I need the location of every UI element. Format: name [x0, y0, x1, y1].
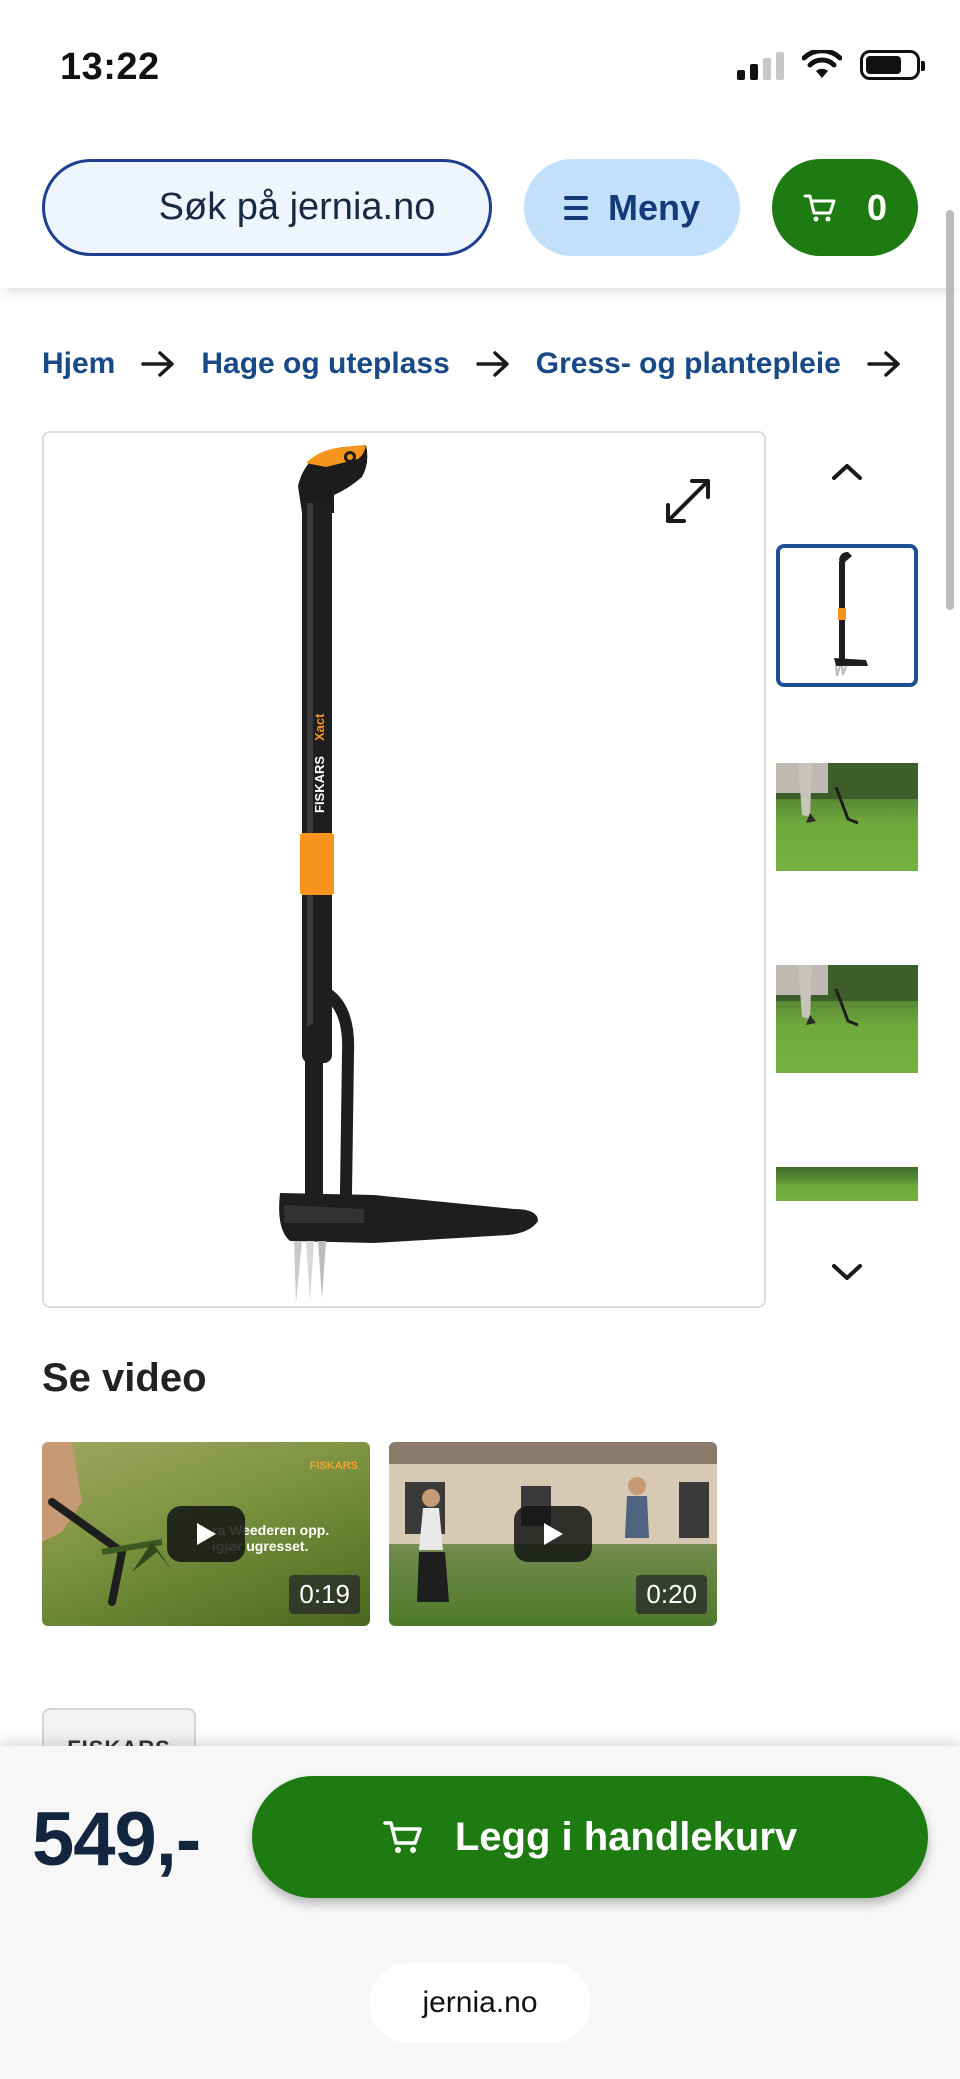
breadcrumb: Hjem Hage og uteplass Gress- og plantepl… [42, 340, 920, 388]
cart-button[interactable]: 0 [772, 159, 918, 256]
browser-url: jernia.no [422, 1986, 538, 2019]
wifi-icon [802, 50, 842, 78]
cart-icon [803, 194, 836, 221]
thumbnail-weeder-image [834, 552, 868, 677]
breadcrumb-item-hjem[interactable]: Hjem [42, 347, 115, 381]
thumbnail-lawn-image [776, 965, 918, 1027]
add-to-cart-button[interactable]: Legg i handlekurv [252, 1776, 928, 1898]
video-card-1[interactable]: FISKARS ra Weederen opp. igjør ugresset.… [42, 1442, 370, 1626]
product-brand-print: FISKARS [312, 756, 327, 813]
thumbnail-4[interactable] [776, 1167, 918, 1201]
status-bar: 13:22 [0, 0, 960, 130]
search-input[interactable]: Søk på jernia.no [42, 159, 492, 256]
status-time: 13:22 [60, 46, 160, 88]
thumbnail-1[interactable] [776, 544, 918, 687]
expand-icon[interactable] [662, 475, 714, 527]
site-header: Søk på jernia.no Meny 0 [0, 130, 960, 288]
cart-icon [383, 1821, 422, 1853]
video-card-2[interactable]: 0:20 [389, 1442, 717, 1626]
arrow-right-icon [141, 351, 175, 377]
page-scrollbar[interactable] [946, 210, 954, 610]
thumbnail-3[interactable] [776, 965, 918, 1073]
chevron-down-icon[interactable] [822, 1252, 872, 1292]
product-model-print: Xact [312, 713, 327, 741]
battery-icon [860, 50, 925, 80]
menu-button[interactable]: Meny [524, 159, 740, 256]
breadcrumb-item-gress[interactable]: Gress- og plantepleie [536, 347, 841, 381]
arrow-right-icon [867, 351, 901, 377]
video-brand-text: FISKARS [309, 1460, 358, 1472]
arrow-right-icon [476, 351, 510, 377]
cellular-signal-icon [737, 50, 784, 80]
main-product-image[interactable]: FISKARS Xact [42, 431, 766, 1308]
breadcrumb-item-hage[interactable]: Hage og uteplass [201, 347, 449, 381]
sticky-purchase-bar: 549,- Legg i handlekurv jernia.no [0, 1746, 960, 2079]
thumbnail-2[interactable] [776, 763, 918, 871]
product-weeder-image: FISKARS Xact [279, 445, 538, 1303]
play-icon[interactable] [167, 1506, 245, 1562]
browser-url-bar[interactable]: jernia.no [369, 1963, 591, 2043]
video-duration: 0:20 [636, 1575, 707, 1614]
chevron-up-icon[interactable] [822, 452, 872, 492]
hamburger-icon [563, 195, 588, 220]
status-icons [737, 50, 925, 80]
menu-label: Meny [607, 186, 701, 228]
add-to-cart-label: Legg i handlekurv [454, 1814, 798, 1859]
thumbnail-lawn-image [776, 763, 918, 825]
cart-count: 0 [866, 186, 888, 228]
search-placeholder: Søk på jernia.no [158, 186, 436, 228]
video-section-title: Se video [42, 1356, 207, 1400]
product-price: 549,- [32, 1797, 201, 1882]
play-icon[interactable] [514, 1506, 592, 1562]
video-duration: 0:19 [289, 1575, 360, 1614]
